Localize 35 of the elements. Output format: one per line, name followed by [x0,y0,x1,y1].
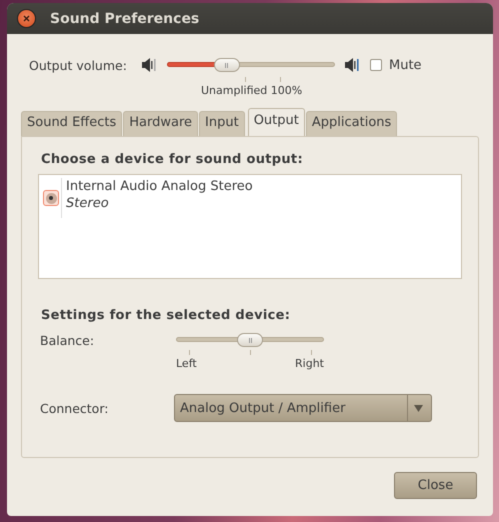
section-heading: Choose a device for sound output: [40,152,303,167]
section-heading: Settings for the selected device: [40,308,290,323]
close-icon [23,15,30,22]
connector-label: Connector: [40,400,110,416]
device-name: Internal Audio Analog Stereo [66,179,253,194]
speaker-icon [344,56,360,74]
balance-label: Balance: [40,333,96,349]
tick-mark [189,350,190,355]
left-label: Left [176,357,197,370]
speaker-icon [141,56,157,74]
tab[interactable]: Input [199,111,245,136]
tab[interactable]: Applications [306,111,398,136]
close-button[interactable]: Close [394,472,477,499]
slider-thumb[interactable] [214,58,240,72]
close-button[interactable] [17,9,36,28]
volume-slider[interactable] [167,58,335,72]
tick-mark [245,77,246,82]
caret-icon [414,404,423,412]
slider-thumb[interactable] [237,333,263,347]
tick-mark [311,350,312,355]
tab[interactable]: Sound Effects [21,111,122,136]
mute-checkbox[interactable] [370,59,382,71]
mute-label: Mute [389,58,422,72]
tab[interactable]: Output [248,108,305,136]
balance-slider[interactable] [176,333,324,347]
volume-label: Output volume: [29,58,128,72]
volume-mark-label: Unamplified 100% [201,84,302,97]
connector-dropdown[interactable]: Analog Output / Amplifier [174,394,432,422]
radio-button[interactable] [43,190,59,206]
window-title: Sound Preferences [50,10,200,26]
tab[interactable]: Hardware [123,111,198,136]
right-label: Right [295,357,324,370]
tick-mark [250,350,251,355]
device-profile: Stereo [66,196,109,211]
tick-mark [280,77,281,82]
